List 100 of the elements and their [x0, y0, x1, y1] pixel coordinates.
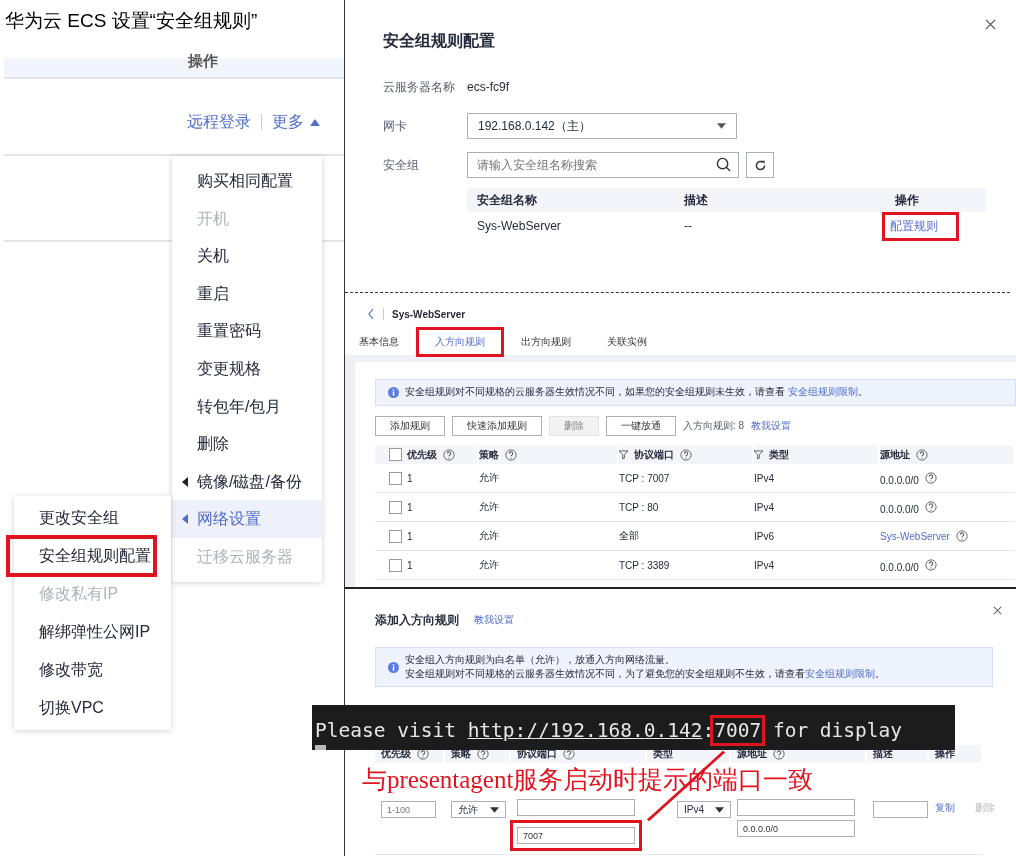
page-title: Sys-WebServer — [392, 308, 466, 320]
table-cell: 允许 — [479, 471, 499, 485]
terminal-text: for display — [771, 719, 903, 742]
menu-item[interactable]: 切换VPC — [14, 689, 171, 727]
refresh-icon — [753, 158, 767, 172]
filter-icon[interactable] — [619, 450, 628, 459]
back-icon[interactable] — [367, 308, 375, 320]
menu-item[interactable]: 安全组规则配置 — [8, 537, 155, 575]
help-link[interactable]: 教我设置 — [751, 419, 792, 433]
toolbar-button[interactable]: 一键放通 — [606, 416, 676, 436]
checkbox[interactable] — [389, 558, 402, 572]
close-icon[interactable] — [985, 19, 996, 30]
checkbox[interactable] — [389, 529, 402, 543]
help-icon — [563, 748, 575, 760]
security-group-link[interactable]: Sys-WebServer — [880, 530, 950, 542]
rule-limits-link[interactable]: 安全组规则限制 — [788, 386, 858, 399]
rule-limits-link[interactable]: 安全组规则限制 — [805, 668, 875, 680]
close-icon[interactable] — [993, 606, 1002, 615]
help-icon — [924, 501, 937, 513]
help-icon — [417, 748, 429, 760]
toolbar-button[interactable]: 快速添加规则 — [452, 416, 542, 436]
menu-item[interactable]: 镜像/磁盘/备份 — [172, 462, 322, 501]
column-header: 优先级 — [407, 447, 437, 462]
policy-select[interactable]: 允许 — [451, 801, 506, 818]
menu-item[interactable]: 修改带宽 — [14, 651, 171, 689]
terminal-text: : — [702, 719, 715, 742]
port-field[interactable]: 7007 — [517, 827, 635, 844]
terminal-url: http://192.168.0.142 — [467, 719, 703, 742]
help-icon — [773, 748, 785, 760]
row-action-link[interactable]: 复制 — [935, 801, 955, 815]
more-dropdown[interactable]: 更多 — [272, 111, 320, 133]
priority-field[interactable]: 1-100 — [381, 801, 436, 818]
column-header: 源地址 — [880, 447, 910, 462]
tab[interactable]: 关联实例 — [591, 330, 663, 354]
notice-text: 安全组规则对不同规格的云服务器生效情况不同，为了避免您的安全组规则不生效，请查看 — [405, 668, 805, 680]
table-cell: IPv6 — [754, 530, 774, 542]
nic-select[interactable]: 192.168.0.142（主） — [467, 113, 737, 139]
menu-item[interactable]: 转包年/包月 — [172, 387, 322, 426]
terminal-cursor — [315, 745, 326, 750]
column-header: 协议端口 — [634, 447, 674, 462]
menu-item[interactable]: 购买相同配置 — [172, 162, 322, 200]
table-cell: 1 — [407, 530, 413, 542]
menu-item[interactable]: 网络设置 — [172, 500, 322, 538]
toolbar-button[interactable]: 添加规则 — [375, 416, 445, 436]
help-icon — [924, 472, 937, 484]
caret-icon — [182, 514, 188, 525]
dialog-title: 安全组规则配置 — [383, 31, 495, 51]
menu-item[interactable]: 删除 — [172, 425, 322, 463]
caret-icon — [182, 476, 188, 487]
notice-text: 。 — [858, 386, 868, 399]
column-header: 描述 — [683, 191, 709, 209]
tab[interactable]: 基本信息 — [357, 330, 415, 354]
refresh-button[interactable] — [746, 152, 774, 178]
tab[interactable]: 入方向规则 — [419, 330, 501, 354]
dialog-title: 添加入方向规则 — [375, 612, 459, 628]
type-select[interactable]: IPv4 — [677, 801, 731, 818]
notice-text: 安全组入方向规则为白名单（允许），放通入方向网络流量。 — [405, 654, 676, 666]
search-icon[interactable] — [716, 157, 731, 172]
column-header: 操作 — [188, 52, 218, 71]
terminal-text: Please visit — [315, 719, 457, 742]
configure-rules-link[interactable]: 配置规则 — [885, 214, 956, 238]
notice-text: 安全组规则对不同规格的云服务器生效情况不同，如果您的安全组规则未生效，请查看 — [405, 386, 785, 399]
help-icon — [505, 448, 517, 461]
search-field[interactable]: 请输入安全组名称搜索 — [467, 152, 739, 178]
menu-item[interactable]: 更改安全组 — [14, 499, 171, 537]
server-name: ecs-fc9f — [467, 80, 509, 94]
tab[interactable]: 出方向规则 — [505, 330, 587, 354]
table-cell: 允许 — [479, 500, 499, 514]
source-select[interactable] — [737, 799, 855, 816]
table-cell: 0.0.0.0/0 — [880, 561, 919, 573]
help-link[interactable]: 教我设置 — [474, 613, 514, 627]
checkbox[interactable] — [389, 471, 402, 485]
table-cell: 允许 — [479, 529, 499, 543]
menu-item[interactable]: 关机 — [172, 237, 322, 275]
help-icon — [477, 748, 489, 760]
field-label: 云服务器名称 — [383, 78, 456, 96]
protocol-select[interactable] — [517, 799, 635, 816]
remote-login-link[interactable]: 远程登录 — [187, 111, 251, 133]
filter-icon[interactable] — [754, 450, 763, 459]
menu-item[interactable]: 重置密码 — [172, 312, 322, 350]
menu-item[interactable]: 重启 — [172, 274, 322, 313]
table-cell: 0.0.0.0/0 — [880, 503, 919, 515]
table-cell: 1 — [407, 501, 413, 513]
table-cell: IPv4 — [754, 472, 774, 484]
checkbox[interactable] — [389, 500, 402, 514]
field-label: 安全组 — [383, 156, 420, 174]
caret-icon — [310, 118, 320, 126]
menu-item[interactable]: 解绑弹性公网IP — [14, 613, 171, 651]
table-cell: 1 — [407, 472, 413, 484]
description-field[interactable] — [873, 801, 928, 818]
help-icon — [955, 530, 968, 542]
column-header: 策略 — [479, 447, 499, 462]
table-cell-text: Sys-WebServer — [476, 219, 562, 233]
source-field[interactable]: 0.0.0.0/0 — [737, 820, 855, 837]
caret-icon — [715, 806, 724, 813]
help-icon — [680, 448, 692, 461]
checkbox[interactable] — [389, 448, 402, 461]
menu-item[interactable]: 变更规格 — [172, 349, 322, 388]
table-cell: 1 — [407, 559, 413, 571]
field-label: 网卡 — [383, 117, 408, 135]
